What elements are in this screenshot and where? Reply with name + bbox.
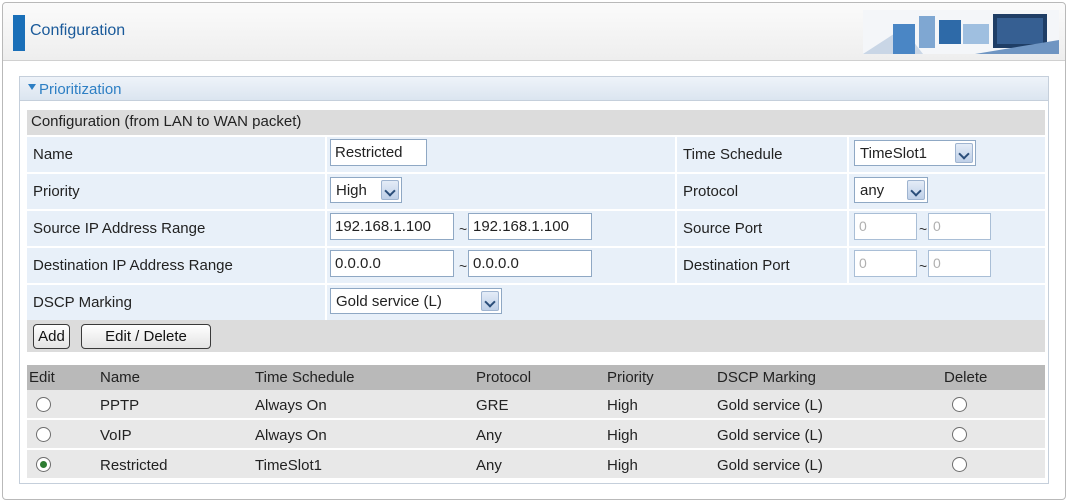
delete-radio[interactable] bbox=[952, 427, 967, 442]
chevron-down-icon[interactable] bbox=[381, 180, 399, 200]
protocol-cell: any bbox=[849, 174, 1045, 211]
row-name: VoIP bbox=[100, 427, 132, 444]
source-port-label: Source Port bbox=[677, 211, 849, 248]
protocol-value: any bbox=[860, 182, 885, 199]
delete-radio[interactable] bbox=[952, 397, 967, 412]
col-edit: Edit bbox=[29, 369, 55, 386]
priority-label: Priority bbox=[27, 174, 327, 211]
row-schedule: TimeSlot1 bbox=[255, 457, 322, 474]
row-protocol: Any bbox=[476, 457, 502, 474]
chevron-down-icon[interactable] bbox=[481, 291, 499, 311]
dscp-cell: Gold service (L) bbox=[327, 285, 1045, 322]
edit-radio[interactable] bbox=[36, 427, 51, 442]
col-delete: Delete bbox=[944, 369, 988, 386]
row-schedule: Always On bbox=[255, 427, 327, 444]
priority-cell: High bbox=[327, 174, 677, 211]
form-row-destination: Destination IP Address Range 0.0.0.0 ~ 0… bbox=[27, 248, 1045, 285]
panel-title: Prioritization bbox=[39, 81, 122, 98]
time-schedule-select[interactable]: TimeSlot1 bbox=[854, 140, 976, 166]
source-ip-to-input[interactable]: 192.168.1.100 bbox=[468, 213, 592, 240]
form-row-dscp: DSCP Marking Gold service (L) bbox=[27, 285, 1045, 322]
time-schedule-value: TimeSlot1 bbox=[860, 145, 927, 162]
panel-header[interactable]: Prioritization bbox=[20, 77, 1048, 101]
col-protocol: Protocol bbox=[476, 369, 532, 386]
prioritization-panel: Prioritization Configuration (from LAN t… bbox=[19, 76, 1049, 484]
dest-port-to-input[interactable]: 0 bbox=[928, 250, 991, 277]
row-dscp: Gold service (L) bbox=[717, 457, 823, 474]
table-row: Restricted TimeSlot1 Any High Gold servi… bbox=[27, 450, 1045, 480]
row-priority: High bbox=[607, 427, 638, 444]
config-heading: Configuration (from LAN to WAN packet) bbox=[27, 110, 1045, 135]
dest-port-from-input[interactable]: 0 bbox=[854, 250, 917, 277]
dscp-select[interactable]: Gold service (L) bbox=[330, 288, 502, 314]
row-dscp: Gold service (L) bbox=[717, 427, 823, 444]
app-frame: Configuration Prioritization Configurati… bbox=[2, 2, 1066, 500]
col-time-schedule: Time Schedule bbox=[255, 369, 355, 386]
dscp-label: DSCP Marking bbox=[27, 285, 327, 322]
row-name: Restricted bbox=[100, 457, 168, 474]
col-dscp-marking: DSCP Marking bbox=[717, 369, 816, 386]
chevron-down-icon[interactable] bbox=[955, 143, 973, 163]
edit-radio-selected[interactable] bbox=[36, 457, 51, 472]
chevron-down-icon[interactable] bbox=[907, 180, 925, 200]
row-protocol: GRE bbox=[476, 397, 509, 414]
source-ip-from-input[interactable]: 192.168.1.100 bbox=[330, 213, 454, 240]
col-priority: Priority bbox=[607, 369, 654, 386]
row-priority: High bbox=[607, 457, 638, 474]
dest-ip-to-input[interactable]: 0.0.0.0 bbox=[468, 250, 592, 277]
protocol-label: Protocol bbox=[677, 174, 849, 211]
row-name: PPTP bbox=[100, 397, 140, 414]
table-row: PPTP Always On GRE High Gold service (L) bbox=[27, 390, 1045, 420]
dest-port-label: Destination Port bbox=[677, 248, 849, 285]
dest-ip-label: Destination IP Address Range bbox=[27, 248, 327, 285]
dest-ip-from-input[interactable]: 0.0.0.0 bbox=[330, 250, 454, 277]
time-schedule-label: Time Schedule bbox=[677, 137, 849, 174]
time-schedule-cell: TimeSlot1 bbox=[849, 137, 1045, 174]
dscp-value: Gold service (L) bbox=[336, 293, 442, 310]
dest-port-cell: 0 ~ 0 bbox=[849, 248, 1045, 285]
row-protocol: Any bbox=[476, 427, 502, 444]
form-row-priority: Priority High Protocol any bbox=[27, 174, 1045, 211]
add-button[interactable]: Add bbox=[33, 324, 70, 349]
name-cell: Restricted bbox=[327, 137, 677, 174]
edit-delete-button[interactable]: Edit / Delete bbox=[81, 324, 211, 349]
range-separator: ~ bbox=[459, 258, 468, 274]
range-separator: ~ bbox=[919, 258, 928, 274]
page-title: Configuration bbox=[30, 22, 126, 39]
table-row: VoIP Always On Any High Gold service (L) bbox=[27, 420, 1045, 450]
table-header: Edit Name Time Schedule Protocol Priorit… bbox=[27, 365, 1045, 390]
name-input[interactable]: Restricted bbox=[330, 139, 427, 166]
button-bar: Add Edit / Delete bbox=[27, 320, 1045, 352]
collapse-arrow-icon[interactable] bbox=[28, 84, 36, 90]
dest-ip-cell: 0.0.0.0 ~ 0.0.0.0 bbox=[327, 248, 677, 285]
edit-radio[interactable] bbox=[36, 397, 51, 412]
source-ip-cell: 192.168.1.100 ~ 192.168.1.100 bbox=[327, 211, 677, 248]
priority-select[interactable]: High bbox=[330, 177, 402, 203]
row-schedule: Always On bbox=[255, 397, 327, 414]
priority-value: High bbox=[336, 182, 367, 199]
delete-radio[interactable] bbox=[952, 457, 967, 472]
source-ip-label: Source IP Address Range bbox=[27, 211, 327, 248]
form-row-name: Name Restricted Time Schedule TimeSlot1 bbox=[27, 137, 1045, 174]
source-port-cell: 0 ~ 0 bbox=[849, 211, 1045, 248]
range-separator: ~ bbox=[919, 221, 928, 237]
row-dscp: Gold service (L) bbox=[717, 397, 823, 414]
col-name: Name bbox=[100, 369, 141, 386]
page-header: Configuration bbox=[3, 3, 1065, 61]
source-port-from-input[interactable]: 0 bbox=[854, 213, 917, 240]
office-banner-icon bbox=[863, 10, 1059, 54]
header-accent-bar bbox=[13, 15, 25, 51]
form-row-source: Source IP Address Range 192.168.1.100 ~ … bbox=[27, 211, 1045, 248]
source-port-to-input[interactable]: 0 bbox=[928, 213, 991, 240]
row-priority: High bbox=[607, 397, 638, 414]
name-label: Name bbox=[27, 137, 327, 174]
range-separator: ~ bbox=[459, 221, 468, 237]
protocol-select[interactable]: any bbox=[854, 177, 928, 203]
